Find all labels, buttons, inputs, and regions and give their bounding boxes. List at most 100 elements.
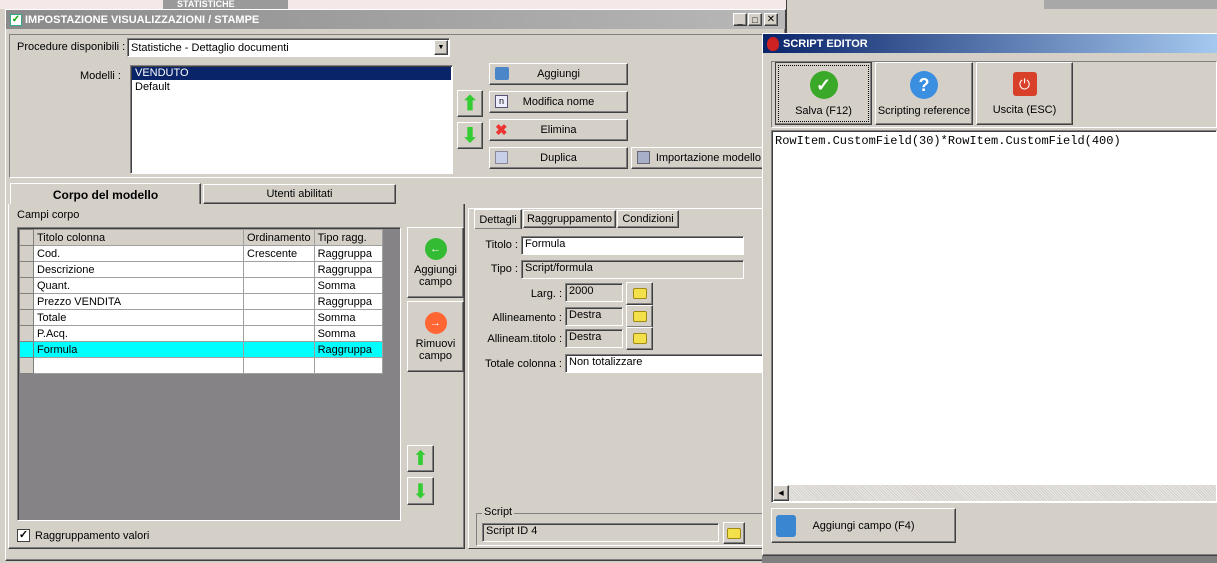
totale-colonna-label: Totale colonna : [484,358,562,370]
maximize-button[interactable]: □ [748,13,762,26]
close-button[interactable]: ✕ [764,13,778,26]
aggiungi-campo-button[interactable]: ← Aggiungi campo [407,227,464,298]
modifica-nome-label: Modifica nome [522,96,595,108]
table-row[interactable]: Totale Somma [19,309,383,326]
table-cell[interactable]: Quant. [33,277,244,294]
table-row[interactable]: P.Acq. Somma [19,325,383,342]
list-item[interactable]: Default [132,81,451,94]
row-indicator[interactable] [19,261,34,278]
arrow-left-icon: ← [424,237,447,260]
folder-icon [632,311,647,322]
tab-utenti-abilitati[interactable]: Utenti abilitati [203,184,396,204]
table-row-empty[interactable] [19,357,383,374]
table-cell[interactable]: Raggruppa [313,261,383,278]
allineam-titolo-label: Allineam.titolo : [487,333,562,345]
allineamento-label: Allineamento : [492,312,562,324]
script-code-editor[interactable]: RowItem.CustomField(30)*RowItem.CustomFi… [771,130,1217,503]
salva-button[interactable]: ✓ Salva (F12) [775,62,872,125]
table-cell[interactable] [243,277,315,294]
larg-folder-button[interactable] [626,282,653,305]
table-cell[interactable]: Crescente [243,245,315,262]
row-indicator[interactable] [19,357,34,374]
tab-dettagli[interactable]: Dettagli [474,209,522,229]
background-window-titlebar[interactable]: STATISTICHE [163,0,288,9]
aggiungi-campo-f4-button[interactable]: Aggiungi campo (F4) [771,508,956,543]
horizontal-scrollbar[interactable]: ◀ [773,485,1216,501]
titolo-input[interactable]: Formula [521,236,744,255]
table-cell[interactable]: Raggruppa [313,341,383,358]
duplica-button[interactable]: Duplica [489,147,628,169]
modelli-list[interactable]: VENDUTO Default [130,65,453,174]
tab-corpo-del-modello[interactable]: Corpo del modello [10,183,201,205]
column-header[interactable]: Tipo ragg. [313,229,383,246]
script-folder-button[interactable] [723,522,745,544]
table-row[interactable]: Formula Raggruppa [19,341,383,358]
allineam-titolo-field: Destra [565,329,623,348]
table-cell[interactable]: Formula [33,341,244,358]
arrow-right-icon: → [424,311,447,334]
table-cell[interactable] [243,357,315,374]
table-cell[interactable] [243,309,315,326]
table-cell[interactable]: Raggruppa [313,293,383,310]
rimuovi-campo-button[interactable]: → Rimuovi campo [407,301,464,372]
table-cell[interactable] [313,357,383,374]
aggiungi-button[interactable]: Aggiungi [489,63,628,85]
script-code[interactable]: RowItem.CustomField(30)*RowItem.CustomFi… [772,131,1216,151]
row-indicator[interactable] [19,309,34,326]
arrow-down-icon: ⬇ [412,480,429,503]
scripting-reference-label: Scripting reference [877,104,971,117]
scroll-left-button[interactable]: ◀ [773,485,789,501]
duplicate-icon [495,151,508,164]
row-indicator[interactable] [19,245,34,262]
table-cell[interactable] [33,357,244,374]
row-indicator[interactable] [19,325,34,342]
raggruppamento-checkbox[interactable]: ✓ [17,529,30,542]
scripting-reference-button[interactable]: ? Scripting reference [875,62,973,125]
table-row[interactable]: Prezzo VENDITA Raggruppa [19,293,383,310]
tab-raggruppamento[interactable]: Raggruppamento [523,210,616,228]
table-row[interactable]: Cod. Crescente Raggruppa [19,245,383,262]
table-cell[interactable]: Somma [313,309,383,326]
importazione-button[interactable]: Importazione modello [631,147,766,169]
move-up-button[interactable]: ⬆ [457,90,483,117]
table-row[interactable]: Descrizione Raggruppa [19,261,383,278]
titolo-label: Titolo : [485,239,518,251]
table-cell[interactable]: Somma [313,325,383,342]
tab-label: Corpo del modello [52,187,159,202]
allineam-titolo-folder-button[interactable] [626,327,653,350]
procedure-select[interactable]: Statistiche - Dettaglio documenti ▼ [127,38,450,57]
totale-colonna-select[interactable]: Non totalizzare [565,354,765,373]
campi-corpo-label: Campi corpo [17,209,80,221]
table-cell[interactable]: Cod. [33,245,244,262]
uscita-button[interactable]: ⏻ Uscita (ESC) [976,62,1073,125]
table-cell[interactable]: Raggruppa [313,245,383,262]
elimina-button[interactable]: ✖ Elimina [489,119,628,141]
table-row[interactable]: Quant. Somma [19,277,383,294]
column-header[interactable]: Ordinamento [243,229,315,246]
table-cell[interactable] [243,341,315,358]
modifica-nome-button[interactable]: n Modifica nome [489,91,628,113]
row-indicator[interactable] [19,293,34,310]
field-move-up-button[interactable]: ⬆ [407,445,434,472]
table-cell[interactable] [243,293,315,310]
script-editor-titlebar: SCRIPT EDITOR [763,34,1217,53]
table-cell[interactable] [243,325,315,342]
column-header[interactable]: Titolo colonna [33,229,244,246]
main-window-title: IMPOSTAZIONE VISUALIZZAZIONI / STAMPE [25,13,260,26]
chevron-down-icon[interactable]: ▼ [434,40,448,55]
move-down-button[interactable]: ⬇ [457,122,483,149]
table-cell[interactable]: Prezzo VENDITA [33,293,244,310]
allineamento-folder-button[interactable] [626,305,653,328]
table-cell[interactable]: Somma [313,277,383,294]
table-cell[interactable]: Totale [33,309,244,326]
tab-condizioni[interactable]: Condizioni [617,210,679,228]
table-cell[interactable] [243,261,315,278]
minimize-button[interactable]: _ [733,13,747,26]
tipo-label: Tipo : [490,263,518,275]
list-item[interactable]: VENDUTO [132,67,451,80]
field-move-down-button[interactable]: ⬇ [407,477,434,505]
table-cell[interactable]: Descrizione [33,261,244,278]
row-indicator[interactable] [19,341,34,358]
table-cell[interactable]: P.Acq. [33,325,244,342]
row-indicator[interactable] [19,277,34,294]
